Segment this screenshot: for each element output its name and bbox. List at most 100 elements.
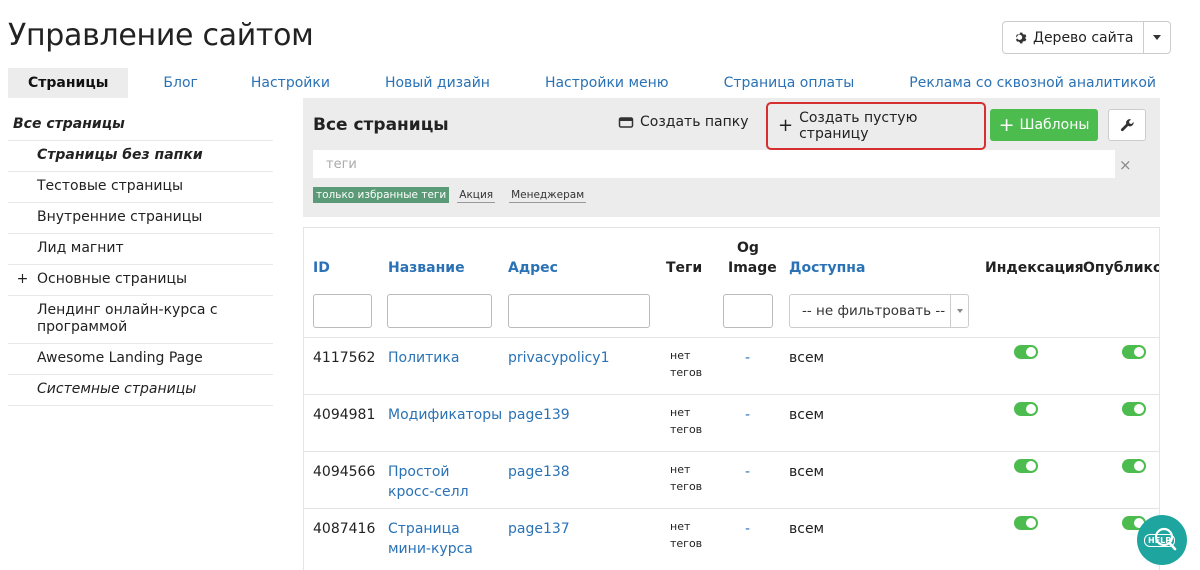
tab-ads-analytics[interactable]: Реклама со сквозной аналитикой	[909, 68, 1156, 98]
sidebar-item-lead-magnet[interactable]: Лид магнит	[8, 234, 273, 265]
sidebar-item-no-folder[interactable]: Страницы без папки	[8, 141, 273, 172]
sidebar-item-awesome-landing[interactable]: Awesome Landing Page	[8, 344, 273, 375]
row-address-link[interactable]: page137	[508, 519, 570, 539]
row-tags-line: нет	[670, 406, 691, 419]
sidebar-item-course-landing[interactable]: Лендинг онлайн-курса с программой	[8, 296, 273, 344]
row-name-link[interactable]: Страница мини-курса	[388, 519, 473, 559]
create-folder-button[interactable]: Создать папку	[618, 114, 749, 130]
access-filter-select[interactable]: -- не фильтровать --	[789, 294, 969, 328]
row-id: 4117562	[313, 350, 376, 366]
row-name-line: мини-курса	[388, 541, 473, 557]
help-label: HELP	[1144, 534, 1176, 547]
sidebar-item-internal-pages[interactable]: Внутренние страницы	[8, 203, 273, 234]
indexing-toggle[interactable]	[1014, 402, 1038, 416]
column-header-og-image: Og Image	[728, 238, 777, 278]
tab-payment-page[interactable]: Страница оплаты	[724, 68, 855, 98]
tab-blog[interactable]: Блог	[163, 68, 197, 98]
column-header-indexing: Индексация	[985, 260, 1084, 276]
published-toggle[interactable]	[1122, 345, 1146, 359]
chevron-down-icon	[1153, 35, 1162, 40]
sidebar-item-test-pages[interactable]: Тестовые страницы	[8, 172, 273, 203]
tab-new-design[interactable]: Новый дизайн	[385, 68, 490, 98]
chevron-down-icon	[956, 309, 963, 313]
row-tags: нет тегов	[670, 347, 702, 381]
table-row[interactable]: 4087416 Страница мини-курса page137 нет те…	[304, 508, 1159, 570]
row-name-link[interactable]: Простой кросс-селл	[388, 462, 469, 502]
table-row[interactable]: 4117562 Политика privacypolicy1 нет тегов…	[304, 337, 1159, 394]
site-tree-button[interactable]: Дерево сайта	[1003, 22, 1145, 53]
clear-tags-icon[interactable]: ×	[1119, 156, 1132, 174]
og-header-line: Image	[728, 260, 777, 276]
sidebar-item-label: Страницы без папки	[37, 147, 203, 163]
row-tags-line: нет	[670, 520, 691, 533]
favorite-tags-filter[interactable]: только избранные теги	[313, 187, 450, 203]
name-filter-input[interactable]	[387, 294, 492, 328]
row-og-image[interactable]: -	[745, 462, 750, 482]
access-filter-value: -- не фильтровать --	[802, 303, 946, 319]
table-row[interactable]: 4094981 Модификаторы page139 нет тегов - …	[304, 394, 1159, 451]
panel-title: Все страницы	[313, 115, 449, 135]
plus-icon: +	[778, 115, 794, 136]
published-toggle[interactable]	[1122, 402, 1146, 416]
tab-pages[interactable]: Страницы	[8, 68, 129, 98]
sidebar-item-label: Системные страницы	[37, 381, 197, 397]
row-name-line: Простой	[388, 464, 450, 480]
column-header-name[interactable]: Название	[388, 258, 465, 278]
sidebar: Все страницы Страницы без папки Тестовые…	[8, 109, 273, 406]
row-access: всем	[789, 350, 825, 366]
sidebar-item-label: Основные страницы	[37, 271, 188, 287]
row-access: всем	[789, 407, 825, 423]
og-filter-input[interactable]	[723, 294, 773, 328]
sidebar-item-main-pages[interactable]: + Основные страницы	[8, 265, 273, 296]
tab-settings[interactable]: Настройки	[251, 68, 330, 98]
settings-wrench-button[interactable]	[1108, 109, 1146, 141]
help-widget-button[interactable]: HELP	[1137, 515, 1187, 565]
row-tags-line: тегов	[670, 480, 703, 493]
column-header-published: Опубликов	[1083, 260, 1159, 276]
tag-chip[interactable]: Менеджерам	[509, 188, 587, 203]
gear-icon	[1015, 32, 1027, 43]
address-filter-input[interactable]	[508, 294, 650, 328]
site-tree-label: Дерево сайта	[1033, 29, 1134, 46]
row-access: всем	[789, 521, 825, 537]
sidebar-item-all-pages[interactable]: Все страницы	[8, 109, 273, 141]
tags-input[interactable]	[313, 150, 1115, 178]
sidebar-item-label: Тестовые страницы	[37, 178, 184, 194]
sidebar-item-label: Внутренние страницы	[37, 209, 203, 225]
plus-icon: +	[998, 114, 1015, 136]
column-header-tags: Теги	[666, 260, 703, 276]
sidebar-item-system-pages[interactable]: Системные страницы	[8, 375, 273, 406]
indexing-toggle[interactable]	[1014, 459, 1038, 473]
row-name-link[interactable]: Модификаторы	[388, 405, 502, 425]
sidebar-item-label: Лендинг онлайн-курса с программой	[37, 302, 218, 335]
row-og-image[interactable]: -	[745, 348, 750, 368]
indexing-toggle[interactable]	[1014, 516, 1038, 530]
row-tags: нет тегов	[670, 518, 702, 552]
column-header-address[interactable]: Адрес	[508, 258, 558, 278]
tab-menu-settings[interactable]: Настройки меню	[545, 68, 669, 98]
row-name-link[interactable]: Политика	[388, 348, 459, 368]
row-id: 4094981	[313, 407, 376, 423]
column-header-access[interactable]: Доступна	[789, 258, 865, 278]
row-tags-line: нет	[670, 349, 691, 362]
row-tags: нет тегов	[670, 404, 702, 438]
templates-button[interactable]: + Шаблоны	[990, 109, 1098, 141]
site-tree-dropdown[interactable]: Дерево сайта	[1002, 21, 1172, 54]
id-filter-input[interactable]	[313, 294, 372, 328]
create-empty-page-button[interactable]: + Создать пустую страницу	[766, 102, 986, 150]
expand-icon[interactable]: +	[8, 271, 37, 288]
row-address-link[interactable]: page138	[508, 462, 570, 482]
tab-bar: Страницы Блог Настройки Новый дизайн Нас…	[8, 68, 1156, 98]
row-tags: нет тегов	[670, 461, 702, 495]
table-row[interactable]: 4094566 Простой кросс-селл page138 нет тег…	[304, 451, 1159, 508]
row-address-link[interactable]: page139	[508, 405, 570, 425]
row-og-image[interactable]: -	[745, 519, 750, 539]
row-address-link[interactable]: privacypolicy1	[508, 348, 610, 368]
site-tree-caret[interactable]	[1144, 22, 1170, 53]
indexing-toggle[interactable]	[1014, 345, 1038, 359]
pages-panel: Все страницы Создать папку + Создать пус…	[303, 98, 1160, 217]
published-toggle[interactable]	[1122, 459, 1146, 473]
row-og-image[interactable]: -	[745, 405, 750, 425]
tag-chip[interactable]: Акция	[457, 188, 496, 203]
column-header-id[interactable]: ID	[313, 258, 330, 278]
